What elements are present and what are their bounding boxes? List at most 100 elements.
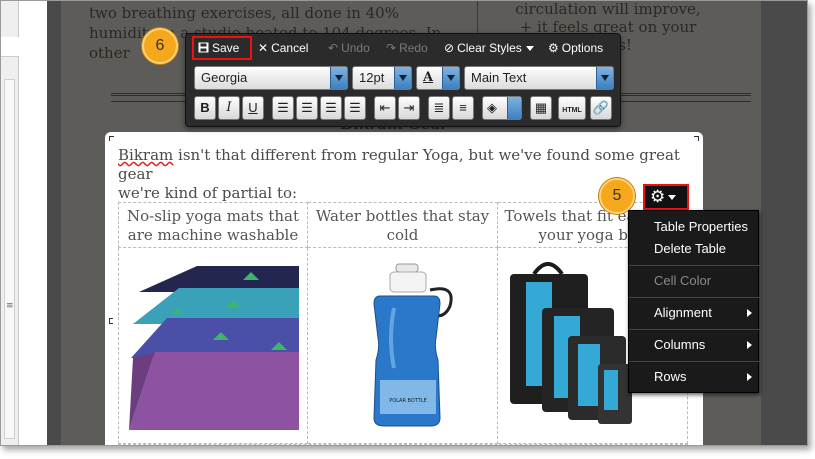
- redo-label: Redo: [399, 41, 428, 55]
- redo-icon: ↷: [386, 41, 397, 55]
- cancel-button[interactable]: ✕ Cancel: [258, 38, 308, 58]
- left-scrollbar[interactable]: [4, 79, 15, 439]
- redo-button[interactable]: ↷ Redo: [386, 38, 428, 58]
- align-right-icon: ☰: [325, 100, 337, 115]
- align-center-icon: ☰: [301, 100, 313, 115]
- toolbar-action-row: Save ✕ Cancel ↶ Undo ↷ Redo ⊘ Clear Styles ⚙…: [186, 34, 622, 62]
- menu-item-cell-color[interactable]: Cell Color: [629, 271, 760, 291]
- left-browser-strip: ≡: [1, 1, 19, 445]
- font-color-select[interactable]: A: [416, 66, 460, 90]
- indent-button[interactable]: ⇥: [398, 96, 420, 120]
- gear-table[interactable]: No-slip yoga mats that are machine washa…: [118, 202, 690, 445]
- numbered-list-icon: ≡: [459, 100, 467, 115]
- indent-icon: ⇥: [403, 100, 415, 115]
- menu-separator: [629, 265, 760, 266]
- scroll-grip-icon: ≡: [6, 301, 14, 311]
- columns-label: Columns: [654, 337, 706, 352]
- chevron-down-icon: [596, 67, 613, 89]
- outdent-button[interactable]: ⇤: [374, 96, 396, 120]
- fill-color-button[interactable]: ◈: [482, 96, 522, 120]
- save-button[interactable]: Save: [192, 36, 252, 60]
- paragraph-style-select[interactable]: Main Text: [464, 66, 614, 90]
- menu-item-table-properties[interactable]: Table Properties: [629, 217, 760, 237]
- menu-separator: [629, 361, 760, 362]
- table-header-cell[interactable]: No-slip yoga mats that are machine washa…: [118, 202, 308, 248]
- font-size-value: 12pt: [359, 70, 385, 85]
- chevron-down-icon: [330, 67, 347, 89]
- clear-styles-button[interactable]: ⊘ Clear Styles: [444, 38, 534, 58]
- floppy-disk-icon: [198, 38, 209, 58]
- alignment-label: Alignment: [654, 305, 712, 320]
- yoga-mats-image: [129, 266, 299, 430]
- chevron-down-icon: [507, 97, 521, 119]
- close-icon: ✕: [258, 41, 269, 55]
- bulleted-list-button[interactable]: ≣: [428, 96, 450, 120]
- align-left-button[interactable]: ☰: [272, 96, 294, 120]
- resize-corner[interactable]: [694, 136, 699, 141]
- chevron-right-icon: [747, 341, 752, 349]
- align-center-button[interactable]: ☰: [296, 96, 318, 120]
- intro-line-1: isn't that different from regular Yoga, …: [118, 146, 680, 183]
- save-label: Save: [212, 41, 240, 55]
- italic-button[interactable]: I: [218, 96, 240, 120]
- table-cell-bottle[interactable]: POLAR BOTTLE: [308, 248, 498, 444]
- step-callout-5: 5: [599, 178, 635, 214]
- gear-icon: ⚙: [548, 41, 559, 55]
- undo-icon: ↶: [328, 41, 339, 55]
- table-icon: ▦: [534, 100, 548, 115]
- insert-table-button[interactable]: ▦: [530, 96, 552, 120]
- step-callout-6: 6: [142, 28, 178, 64]
- numbered-list-button[interactable]: ≡: [452, 96, 474, 120]
- options-button[interactable]: ⚙ Options: [548, 38, 603, 58]
- screenshot-frame: ≡ two breathing exercises, all done in 4…: [0, 0, 808, 446]
- html-icon: HTML: [562, 107, 582, 114]
- menu-item-alignment[interactable]: Alignment: [629, 303, 760, 323]
- towel-bags-image: [510, 262, 632, 424]
- undo-label: Undo: [341, 41, 370, 55]
- outdent-icon: ⇤: [379, 100, 391, 115]
- misspelled-word: Bikram: [118, 146, 174, 164]
- table-options-button[interactable]: ⚙: [643, 184, 689, 210]
- resize-corner[interactable]: [109, 136, 114, 141]
- bold-button[interactable]: B: [194, 96, 216, 120]
- cancel-label: Cancel: [271, 41, 309, 55]
- bottle-brand: POLAR BOTTLE: [389, 398, 427, 404]
- chevron-down-icon: [525, 46, 534, 52]
- menu-separator: [629, 329, 760, 330]
- paragraph-style-value: Main Text: [471, 70, 527, 85]
- menu-separator: [629, 297, 760, 298]
- table-header-cell[interactable]: Water bottles that stay cold: [308, 202, 498, 248]
- underline-button[interactable]: U: [242, 96, 264, 120]
- align-right-button[interactable]: ☰: [320, 96, 342, 120]
- chevron-down-icon: [394, 67, 411, 89]
- html-button[interactable]: HTML: [558, 96, 586, 120]
- justify-icon: ☰: [349, 100, 361, 115]
- no-symbol-icon: ⊘: [444, 41, 455, 55]
- font-size-select[interactable]: 12pt: [352, 66, 412, 90]
- menu-item-rows[interactable]: Rows: [629, 367, 760, 387]
- bulleted-list-icon: ≣: [433, 100, 445, 115]
- options-label: Options: [561, 41, 604, 55]
- left-margin: [19, 1, 47, 445]
- paint-bucket-icon: ◈: [487, 100, 497, 115]
- link-button[interactable]: 🔗: [590, 96, 612, 120]
- water-bottle-image: POLAR BOTTLE: [373, 263, 453, 427]
- undo-button[interactable]: ↶ Undo: [328, 38, 370, 58]
- font-family-select[interactable]: Georgia: [194, 66, 348, 90]
- link-icon: 🔗: [592, 100, 610, 115]
- chevron-down-icon: [442, 67, 459, 89]
- table-cell-mats[interactable]: [118, 248, 308, 444]
- clear-styles-label: Clear Styles: [457, 41, 522, 55]
- left-tab: [1, 37, 19, 57]
- chevron-right-icon: [747, 309, 752, 317]
- menu-item-columns[interactable]: Columns: [629, 335, 760, 355]
- intro-line-2: we're kind of partial to:: [118, 184, 298, 202]
- resize-handle[interactable]: [109, 318, 113, 324]
- align-left-icon: ☰: [277, 100, 289, 115]
- font-family-value: Georgia: [201, 70, 248, 85]
- menu-item-delete-table[interactable]: Delete Table: [629, 239, 760, 259]
- justify-button[interactable]: ☰: [344, 96, 366, 120]
- chevron-right-icon: [747, 373, 752, 381]
- rows-label: Rows: [654, 369, 687, 384]
- table-row-separator: [118, 444, 688, 445]
